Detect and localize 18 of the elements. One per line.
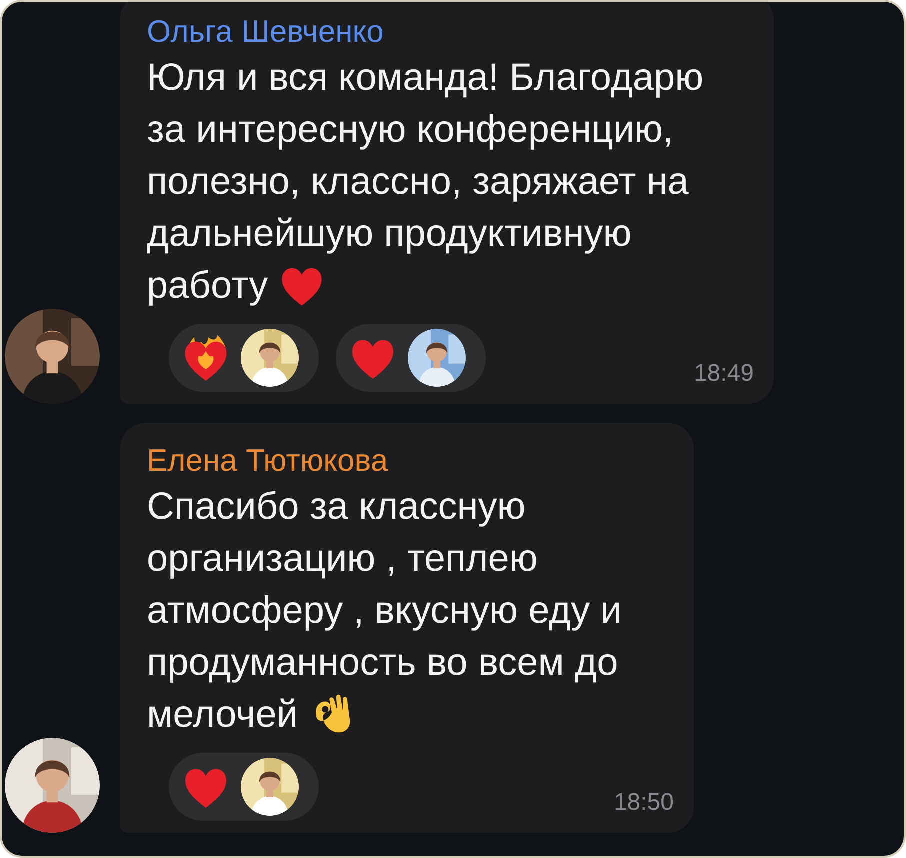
message-text: Юля и вся команда! Благодарю bbox=[147, 56, 704, 101]
message-text: мелочей bbox=[147, 693, 298, 738]
flaming-heart-icon bbox=[183, 335, 229, 381]
message-time: 18:50 bbox=[614, 788, 674, 818]
message-text: организацию , теплею bbox=[147, 537, 538, 582]
sender-name: Ольга Шевченко bbox=[147, 14, 384, 50]
message-text: Спасибо за классную bbox=[147, 485, 526, 530]
heart-icon bbox=[183, 766, 229, 808]
sender-name: Елена Тютюкова bbox=[147, 443, 388, 479]
message-text: за интересную конференцию, bbox=[147, 108, 674, 153]
message-text: дальнейшую продуктивную bbox=[147, 212, 632, 257]
heart-icon bbox=[280, 266, 324, 306]
message-text: работу bbox=[147, 264, 268, 309]
message-time: 18:49 bbox=[694, 359, 754, 389]
heart-icon bbox=[350, 338, 396, 378]
message-text: атмосферу , вкусную еду и bbox=[147, 589, 622, 634]
message-text: полезно, классно, заряжает на bbox=[147, 160, 689, 205]
message-text: продуманность во всем до bbox=[147, 641, 618, 686]
